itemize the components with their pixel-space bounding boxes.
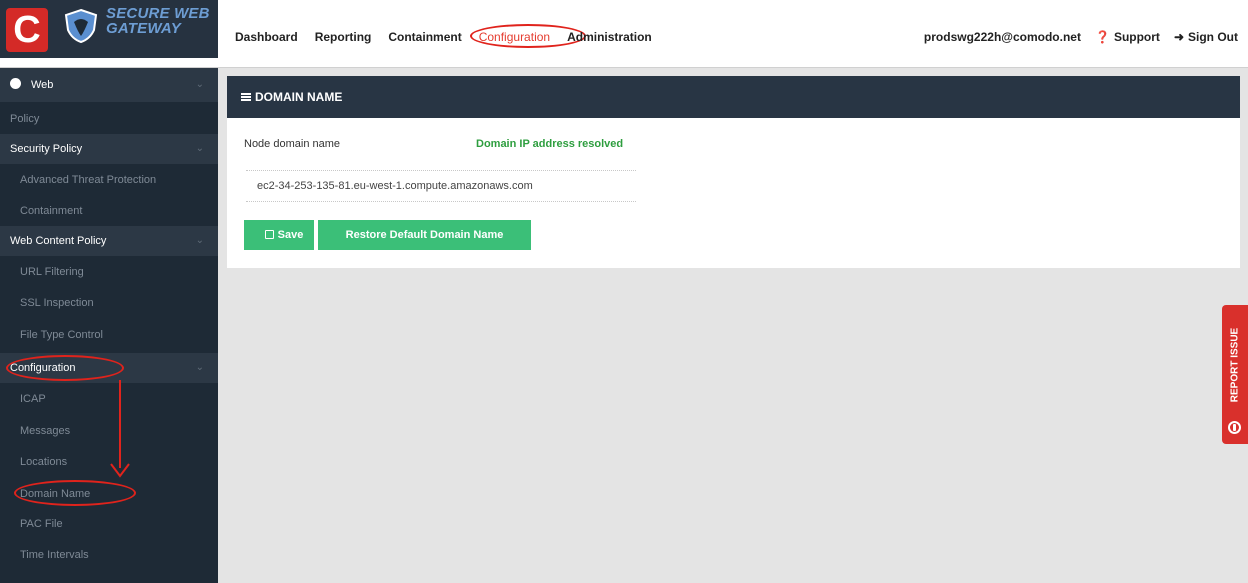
- chevron-down-icon: ⌄: [195, 362, 204, 373]
- status-message: Domain IP address resolved: [476, 138, 624, 150]
- logo[interactable]: C SECURE WEB GATEWAY: [0, 0, 218, 58]
- chevron-down-icon: ⌄: [195, 143, 204, 154]
- shield-logo-icon: [64, 8, 98, 44]
- sidebar-label-web-content-policy: Web Content Policy: [10, 235, 107, 247]
- report-issue-tab[interactable]: REPORT ISSUE: [1222, 305, 1248, 444]
- panel-header: DOMAIN NAME: [227, 76, 1240, 118]
- sidebar-item-messages[interactable]: Messages: [0, 416, 218, 446]
- nav-configuration[interactable]: Configuration: [469, 24, 586, 48]
- support-link[interactable]: ❓ Support: [1095, 30, 1160, 44]
- sidebar-item-advanced-threat-protection[interactable]: Advanced Threat Protection: [0, 165, 218, 195]
- nav-dashboard[interactable]: Dashboard: [235, 30, 298, 44]
- question-icon: ❓: [1094, 30, 1110, 44]
- nav-reporting[interactable]: Reporting: [315, 30, 372, 44]
- save-label: Save: [277, 229, 304, 241]
- sidebar-item-ssl-inspection[interactable]: SSL Inspection: [0, 288, 218, 318]
- comodo-logo-icon: C: [6, 8, 48, 52]
- report-issue-label: REPORT ISSUE: [1229, 327, 1241, 403]
- support-label: Support: [1113, 30, 1160, 44]
- signout-link[interactable]: ➜ Sign Out: [1174, 30, 1238, 44]
- sidebar-item-security-policy[interactable]: Security Policy ⌄: [0, 134, 218, 164]
- sidebar-item-pac-file[interactable]: PAC File: [0, 509, 218, 539]
- panel-title: DOMAIN NAME: [255, 90, 343, 104]
- chevron-down-icon: ⌄: [195, 79, 204, 90]
- sidebar-item-url-filtering[interactable]: URL Filtering: [0, 257, 218, 287]
- annotation-ellipse: [6, 355, 124, 381]
- signout-icon: ➜: [1173, 30, 1184, 44]
- annotation-ellipse: [14, 480, 136, 506]
- logo-text-line1: SECURE WEB: [106, 5, 210, 22]
- logo-text-line2: GATEWAY: [106, 20, 182, 37]
- nav-containment[interactable]: Containment: [388, 30, 461, 44]
- sidebar-item-web[interactable]: Web ⌄: [0, 68, 218, 102]
- globe-icon: [10, 78, 21, 89]
- top-bar: C SECURE WEB GATEWAY Dashboard Reporting…: [0, 0, 1248, 68]
- report-icon: [1228, 421, 1241, 434]
- save-icon: [264, 230, 274, 239]
- chevron-down-icon: ⌄: [195, 235, 204, 246]
- sidebar-item-time-intervals[interactable]: Time Intervals: [0, 540, 218, 570]
- user-area: prodswg222h@comodo.net ❓ Support ➜ Sign Ou…: [924, 30, 1238, 44]
- domain-name-input[interactable]: ec2-34-253-135-81.eu-west-1.compute.amaz…: [246, 170, 636, 202]
- restore-default-button[interactable]: Restore Default Domain Name: [318, 220, 531, 250]
- sidebar-label-security-policy: Security Policy: [10, 143, 83, 155]
- sidebar-item-file-type-control[interactable]: File Type Control: [0, 320, 218, 350]
- sidebar-item-web-content-policy[interactable]: Web Content Policy ⌄: [0, 226, 218, 256]
- signout-label: Sign Out: [1188, 30, 1238, 44]
- nav-administration[interactable]: Administration: [567, 30, 652, 44]
- field-label: Node domain name: [244, 138, 341, 150]
- main-nav: Dashboard Reporting Containment Configur…: [235, 24, 669, 48]
- user-email[interactable]: prodswg222h@comodo.net: [924, 30, 1081, 44]
- sidebar: Web ⌄ Policy Security Policy ⌄ Advanced …: [0, 68, 218, 583]
- sidebar-item-containment[interactable]: Containment: [0, 196, 218, 226]
- sidebar-item-icap[interactable]: ICAP: [0, 384, 218, 414]
- sidebar-label-web: Web: [31, 79, 54, 91]
- save-button[interactable]: Save: [244, 220, 314, 250]
- list-icon: [241, 93, 251, 101]
- sidebar-item-policy[interactable]: Policy: [0, 104, 218, 134]
- domain-name-panel: DOMAIN NAME Node domain name Domain IP a…: [227, 76, 1240, 268]
- annotation-arrow-line: [119, 380, 121, 468]
- arrow-down-icon: [110, 463, 130, 478]
